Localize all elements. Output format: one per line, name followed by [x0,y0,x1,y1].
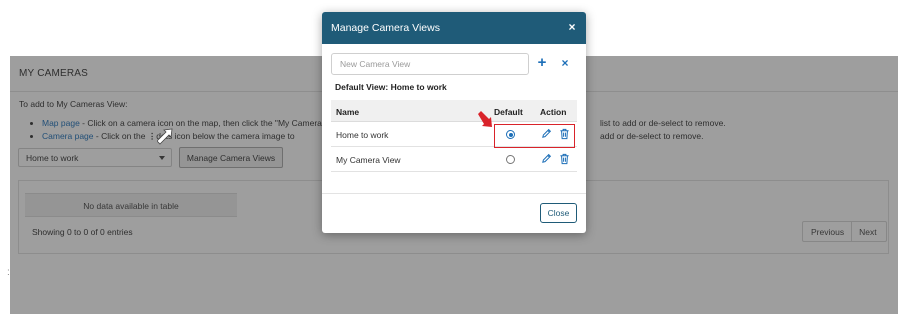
modal-title: Manage Camera Views [331,22,440,34]
new-camera-view-input[interactable] [331,53,529,75]
manage-camera-views-modal: Manage Camera Views × + × Default View: … [322,12,586,233]
pencil-icon[interactable] [541,153,552,164]
white-arrow-icon [157,128,173,145]
red-arrow-icon [478,111,492,127]
table-header: Name Default Action [331,100,577,122]
column-action: Action [540,107,567,117]
edge-mark: : [7,267,10,278]
trash-icon[interactable] [559,153,570,165]
close-icon[interactable]: × [566,20,578,34]
modal-footer-divider [322,193,586,194]
table-row: My Camera View [331,147,577,172]
default-radio[interactable] [506,155,515,164]
column-default: Default [494,107,523,117]
close-button[interactable]: Close [540,203,577,223]
view-name: My Camera View [336,155,401,165]
clear-icon[interactable]: × [558,54,572,72]
modal-header: Manage Camera Views × [322,12,586,44]
view-name: Home to work [336,130,389,140]
column-name: Name [336,107,360,117]
default-view-label: Default View: Home to work [335,82,447,92]
screenshot-stage: MY CAMERAS To add to My Cameras View: Ma… [0,0,908,328]
plus-icon[interactable]: + [534,54,550,72]
default-row-highlight [494,124,575,148]
